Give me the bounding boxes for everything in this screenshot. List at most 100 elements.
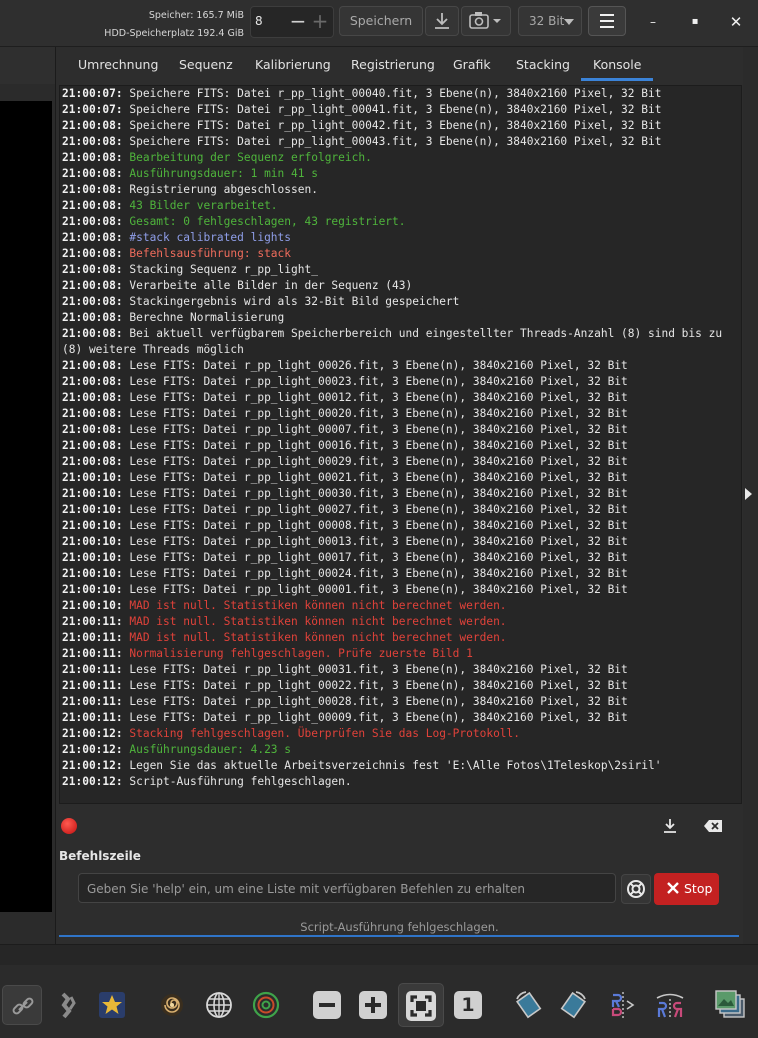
tab-plot[interactable]: Grafik — [453, 57, 491, 72]
thread-count-stepper[interactable]: 8 − + — [250, 6, 334, 38]
log-message: Lese FITS: Datei r_pp_light_00028.fit, 3… — [122, 695, 628, 708]
console-toolbar — [56, 807, 743, 847]
galaxy-button[interactable] — [152, 985, 192, 1025]
log-timestamp: 21:00:10: — [62, 583, 123, 596]
tab-stacking[interactable]: Stacking — [516, 57, 570, 72]
log-line: 21:00:08: Stackingergebnis wird als 32-B… — [60, 294, 741, 310]
gallery-button[interactable] — [710, 985, 750, 1025]
mirror-x-button[interactable] — [603, 985, 643, 1025]
zoom-in-button[interactable] — [353, 985, 393, 1025]
star-button[interactable] — [92, 985, 132, 1025]
log-line: 21:00:08: Lese FITS: Datei r_pp_light_00… — [60, 422, 741, 438]
command-input[interactable]: Geben Sie 'help' ein, um eine Liste mit … — [78, 873, 616, 903]
link-button[interactable] — [2, 985, 42, 1025]
snapshot-button[interactable] — [461, 6, 511, 36]
zoom-out-button[interactable] — [307, 985, 347, 1025]
log-message: Lese FITS: Datei r_pp_light_00023.fit, 3… — [122, 375, 628, 388]
image-viewport[interactable] — [0, 101, 52, 912]
globe-button[interactable] — [199, 985, 239, 1025]
log-timestamp: 21:00:08: — [62, 375, 123, 388]
log-timestamp: 21:00:10: — [62, 519, 123, 532]
log-message: Speichere FITS: Datei r_pp_light_00043.f… — [122, 135, 662, 148]
log-timestamp: 21:00:11: — [62, 631, 123, 644]
log-timestamp: 21:00:08: — [62, 263, 123, 276]
log-message: Lese FITS: Datei r_pp_light_00024.fit, 3… — [122, 567, 628, 580]
decrement-button[interactable]: − — [287, 10, 309, 34]
log-timestamp: 21:00:11: — [62, 711, 123, 724]
zoom-100-button[interactable]: 1 — [448, 985, 488, 1025]
header-bar: Speicher: 165.7 MiB HDD-Speicherplatz 19… — [0, 0, 758, 47]
log-message: Bei aktuell verfügbarem Speicherbereich … — [62, 327, 729, 356]
log-line: 21:00:07: Speichere FITS: Datei r_pp_lig… — [60, 86, 741, 102]
command-line-label: Befehlszeile — [59, 849, 141, 863]
rotate-right-button[interactable] — [554, 985, 594, 1025]
photometry-icon — [61, 992, 76, 1019]
log-timestamp: 21:00:08: — [62, 135, 123, 148]
maximize-button[interactable]: ▪ — [680, 10, 710, 34]
clear-log-icon[interactable] — [703, 819, 723, 833]
log-message: Gesamt: 0 fehlgeschlagen, 43 registriert… — [122, 215, 406, 228]
log-message: Ausführungsdauer: 1 min 41 s — [122, 167, 318, 180]
log-line: 21:00:08: 43 Bilder verarbeitet. — [60, 198, 741, 214]
tab-conversion[interactable]: Umrechnung — [78, 57, 158, 72]
log-message: Registrierung abgeschlossen. — [122, 183, 318, 196]
save-as-button[interactable] — [425, 6, 459, 36]
thread-count-value[interactable]: 8 — [255, 14, 263, 28]
log-line: 21:00:11: Lese FITS: Datei r_pp_light_00… — [60, 694, 741, 710]
log-timestamp: 21:00:10: — [62, 551, 123, 564]
log-timestamp: 21:00:08: — [62, 327, 123, 340]
log-line: 21:00:08: Lese FITS: Datei r_pp_light_00… — [60, 374, 741, 390]
stop-button[interactable]: Stop — [654, 873, 719, 905]
target-button[interactable] — [246, 985, 286, 1025]
log-timestamp: 21:00:08: — [62, 423, 123, 436]
command-help-button[interactable] — [621, 874, 651, 904]
log-timestamp: 21:00:12: — [62, 775, 123, 788]
bottom-toolbar: 1 — [0, 944, 758, 1038]
zoom-fit-button[interactable] — [398, 983, 444, 1027]
close-button[interactable]: ✕ — [721, 10, 751, 34]
log-line: 21:00:08: Lese FITS: Datei r_pp_light_00… — [60, 358, 741, 374]
log-line: 21:00:08: Verarbeite alle Bilder in der … — [60, 278, 741, 294]
log-line: 21:00:10: Lese FITS: Datei r_pp_light_00… — [60, 486, 741, 502]
tab-registration[interactable]: Registrierung — [351, 57, 435, 72]
increment-button[interactable]: + — [309, 10, 331, 34]
disk-space: HDD-Speicherplatz 192.4 GiB — [104, 28, 244, 39]
rotate-right-icon — [560, 991, 587, 1019]
tab-console[interactable]: Konsole — [581, 57, 654, 81]
log-line: 21:00:10: Lese FITS: Datei r_pp_light_00… — [60, 502, 741, 518]
bit-depth-select[interactable]: 32 Bit — [518, 6, 582, 36]
log-message: Speichere FITS: Datei r_pp_light_00041.f… — [122, 103, 662, 116]
tab-calibration[interactable]: Kalibrierung — [255, 57, 331, 72]
hamburger-icon — [600, 14, 614, 28]
stop-label: Stop — [683, 881, 713, 896]
tab-sequence[interactable]: Sequenz — [179, 57, 233, 72]
log-timestamp: 21:00:11: — [62, 647, 123, 660]
main-menu-button[interactable] — [588, 6, 626, 36]
save-button[interactable]: Speichern — [339, 6, 423, 36]
globe-icon — [206, 992, 232, 1018]
console-log[interactable]: 21:00:07: Speichere FITS: Datei r_pp_lig… — [59, 85, 742, 804]
log-line: 21:00:08: Lese FITS: Datei r_pp_light_00… — [60, 406, 741, 422]
log-timestamp: 21:00:08: — [62, 279, 123, 292]
mirror-x-icon — [611, 992, 635, 1018]
zoom-100-label: 1 — [461, 994, 475, 1016]
log-line: 21:00:11: Lese FITS: Datei r_pp_light_00… — [60, 662, 741, 678]
log-line: 21:00:08: Speichere FITS: Datei r_pp_lig… — [60, 134, 741, 150]
log-message: 43 Bilder verarbeitet. — [122, 199, 278, 212]
bit-depth-value: 32 Bit — [529, 14, 565, 28]
log-timestamp: 21:00:12: — [62, 743, 123, 756]
log-timestamp: 21:00:08: — [62, 439, 123, 452]
log-message: Befehlsausführung: stack — [122, 247, 292, 260]
save-log-icon[interactable] — [661, 817, 679, 835]
gallery-icon — [715, 990, 745, 1018]
photometry-button[interactable] — [48, 985, 88, 1025]
log-message: Speichere FITS: Datei r_pp_light_00040.f… — [122, 87, 662, 100]
minimize-button[interactable]: – — [638, 10, 668, 34]
log-timestamp: 21:00:08: — [62, 167, 123, 180]
mirror-y-button[interactable] — [650, 985, 690, 1025]
log-timestamp: 21:00:08: — [62, 119, 123, 132]
expand-panel-icon[interactable] — [745, 488, 752, 500]
log-timestamp: 21:00:08: — [62, 359, 123, 372]
log-timestamp: 21:00:08: — [62, 455, 123, 468]
rotate-left-button[interactable] — [508, 985, 548, 1025]
